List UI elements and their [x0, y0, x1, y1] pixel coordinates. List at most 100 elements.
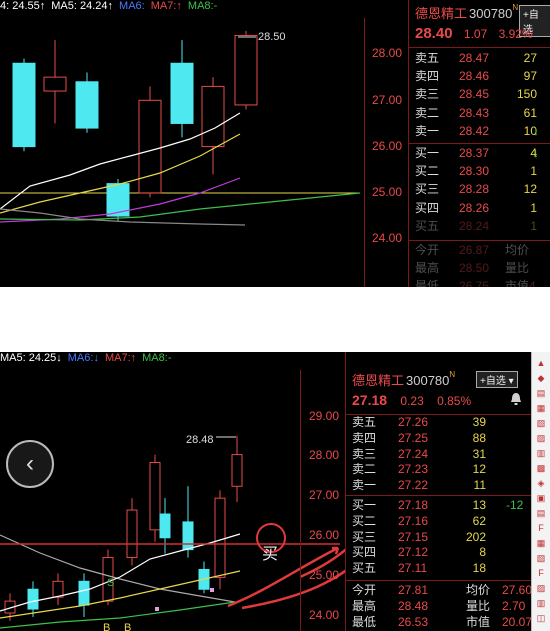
ask-volume: 12: [472, 462, 486, 477]
bid-price: 28.26: [459, 200, 490, 215]
candle: [12, 58, 36, 152]
volume-marker: [210, 588, 214, 592]
bid-price: 27.15: [398, 529, 429, 544]
divider: [409, 47, 550, 48]
toolbar-tool-icon[interactable]: ◫: [534, 611, 548, 625]
axis-tick-label: 26.00: [309, 528, 340, 542]
ask-label: 卖三: [352, 446, 377, 461]
divider: [409, 240, 550, 241]
candle: [234, 30, 258, 110]
ask-label: 卖二: [352, 462, 377, 477]
ask-price: 27.26: [398, 415, 429, 429]
stat-value: 26.53: [398, 614, 429, 629]
toolbar-tool-icon[interactable]: ▤: [534, 506, 548, 520]
candle: [75, 72, 99, 133]
stock-title: 德恩精工 300780N: [415, 3, 518, 22]
bid-label: 买三: [415, 182, 440, 197]
ask-volume: 10: [523, 123, 537, 138]
candle: [182, 486, 194, 558]
bid-volume: 202: [465, 529, 486, 544]
high-marker: 28.50: [258, 31, 286, 43]
candlestick-chart-top[interactable]: [0, 0, 410, 287]
stock-name: 德恩精工: [352, 373, 405, 388]
new-badge: N: [512, 3, 519, 12]
axis-tick-label: 24.00: [309, 608, 340, 622]
toolbar-tool-icon[interactable]: ◈: [534, 476, 548, 490]
stat-value: 26.75: [459, 279, 490, 287]
toolbar-tool-icon[interactable]: ▦: [534, 401, 548, 415]
stat-value: 27.60: [502, 583, 533, 597]
toolbar-tool-icon[interactable]: ▧: [534, 416, 548, 430]
ask-volume: 150: [516, 87, 537, 102]
axis-tick-label: 27.00: [309, 488, 340, 502]
chart-divider: [364, 18, 365, 287]
ask-label: 卖三: [415, 87, 440, 102]
stat-label: 量比: [466, 598, 491, 613]
favorite-label: 自选: [485, 376, 506, 387]
stat-value: 28.48: [398, 598, 429, 613]
ask-volume: 61: [523, 105, 537, 120]
bid-volume: 4: [530, 146, 537, 160]
candlestick-chart-bottom[interactable]: S B B: [0, 352, 345, 631]
toolbar-tool-icon[interactable]: ▤: [534, 386, 548, 400]
ask-volume: 88: [472, 430, 486, 445]
chart-divider: [300, 370, 301, 631]
bid-label: 买一: [415, 146, 440, 160]
back-button[interactable]: ‹: [6, 440, 54, 488]
bottom-kline-panel: MA5: 24.25↓ MA6:↓ MA7:↑ MA8:- SBB 29.00 28.0…: [0, 352, 550, 631]
price-change-pct: 3.92%: [498, 27, 533, 41]
toolbar-tool-icon[interactable]: F: [534, 521, 548, 535]
toolbar-tool-icon[interactable]: ▨: [534, 581, 548, 595]
toolbar-tool-icon[interactable]: ◆: [534, 371, 548, 385]
new-badge: N: [449, 370, 456, 379]
candle: [201, 77, 225, 175]
bid-volume: 13: [472, 498, 486, 512]
ask-volume: 39: [472, 415, 486, 429]
toolbar-tool-icon[interactable]: ▥: [534, 596, 548, 610]
stock-title: 德恩精工 300780N: [352, 370, 455, 389]
stat-value: 27.81: [398, 583, 429, 597]
axis-tick-label: 27.00: [372, 93, 403, 107]
toolbar-tool-icon[interactable]: F: [534, 566, 548, 580]
ask-label: 卖一: [352, 478, 377, 493]
ask-label: 卖二: [415, 105, 440, 120]
stat-value: 26.87: [459, 243, 490, 257]
ask-price: 28.47: [459, 51, 490, 65]
toolbar-tool-icon[interactable]: ▩: [534, 461, 548, 475]
volume-marker: [155, 607, 159, 611]
toolbar-tool-icon[interactable]: ▥: [534, 446, 548, 460]
axis-tick-label: 25.00: [309, 568, 340, 582]
add-favorite-button[interactable]: +自选 ▾: [476, 371, 518, 388]
stat-label: 量比: [505, 261, 530, 276]
stock-code: 300780: [406, 373, 450, 388]
toolbar-tool-icon[interactable]: ▣: [534, 491, 548, 505]
toolbar-tool-icon[interactable]: ▲: [534, 356, 548, 370]
axis-tick-label: 28.00: [372, 46, 403, 60]
ask-flag: ↓: [533, 123, 539, 138]
candle: [149, 454, 161, 542]
quote-panel-top: 德恩精工 300780N +自选 28.40 1.07 3.92% 卖五 28.47…: [408, 0, 550, 287]
toolbar-tool-icon[interactable]: ▧: [534, 551, 548, 565]
ask-volume: 97: [523, 69, 537, 84]
stock-code: 300780: [469, 6, 513, 21]
stat-value: 28.50: [459, 261, 490, 276]
candle: [231, 435, 243, 503]
bid-label: 买五: [352, 561, 377, 576]
ask-volume: 11: [473, 478, 486, 493]
stat-value: 4: [529, 279, 536, 287]
toolbar-tool-icon[interactable]: ▦: [534, 536, 548, 550]
candle: [159, 498, 171, 554]
stat-label: 今开: [415, 243, 440, 257]
ask-price: 27.25: [398, 430, 429, 445]
ask-price: 28.45: [459, 87, 490, 102]
moving-average-line: [0, 192, 361, 221]
alert-bell-icon[interactable]: [510, 392, 522, 406]
bid-label: 买三: [352, 529, 377, 544]
quote-panel-bottom: 德恩精工 300780N +自选 ▾ 27.18 0.23 0.85% 卖五 27.…: [345, 352, 532, 631]
right-toolbar: ▲ ◆ ▤ ▦ ▧ ▨ ▥ ▩ ◈ ▣ ▤ F ▦ ▧ F ▨ ▥ ◫: [531, 352, 550, 631]
stock-name: 德恩精工: [415, 6, 468, 21]
toolbar-tool-icon[interactable]: ▨: [534, 431, 548, 445]
bid-price: 28.24: [459, 218, 490, 233]
bid-volume: 1: [530, 164, 537, 179]
bid-volume: 12: [523, 182, 537, 197]
